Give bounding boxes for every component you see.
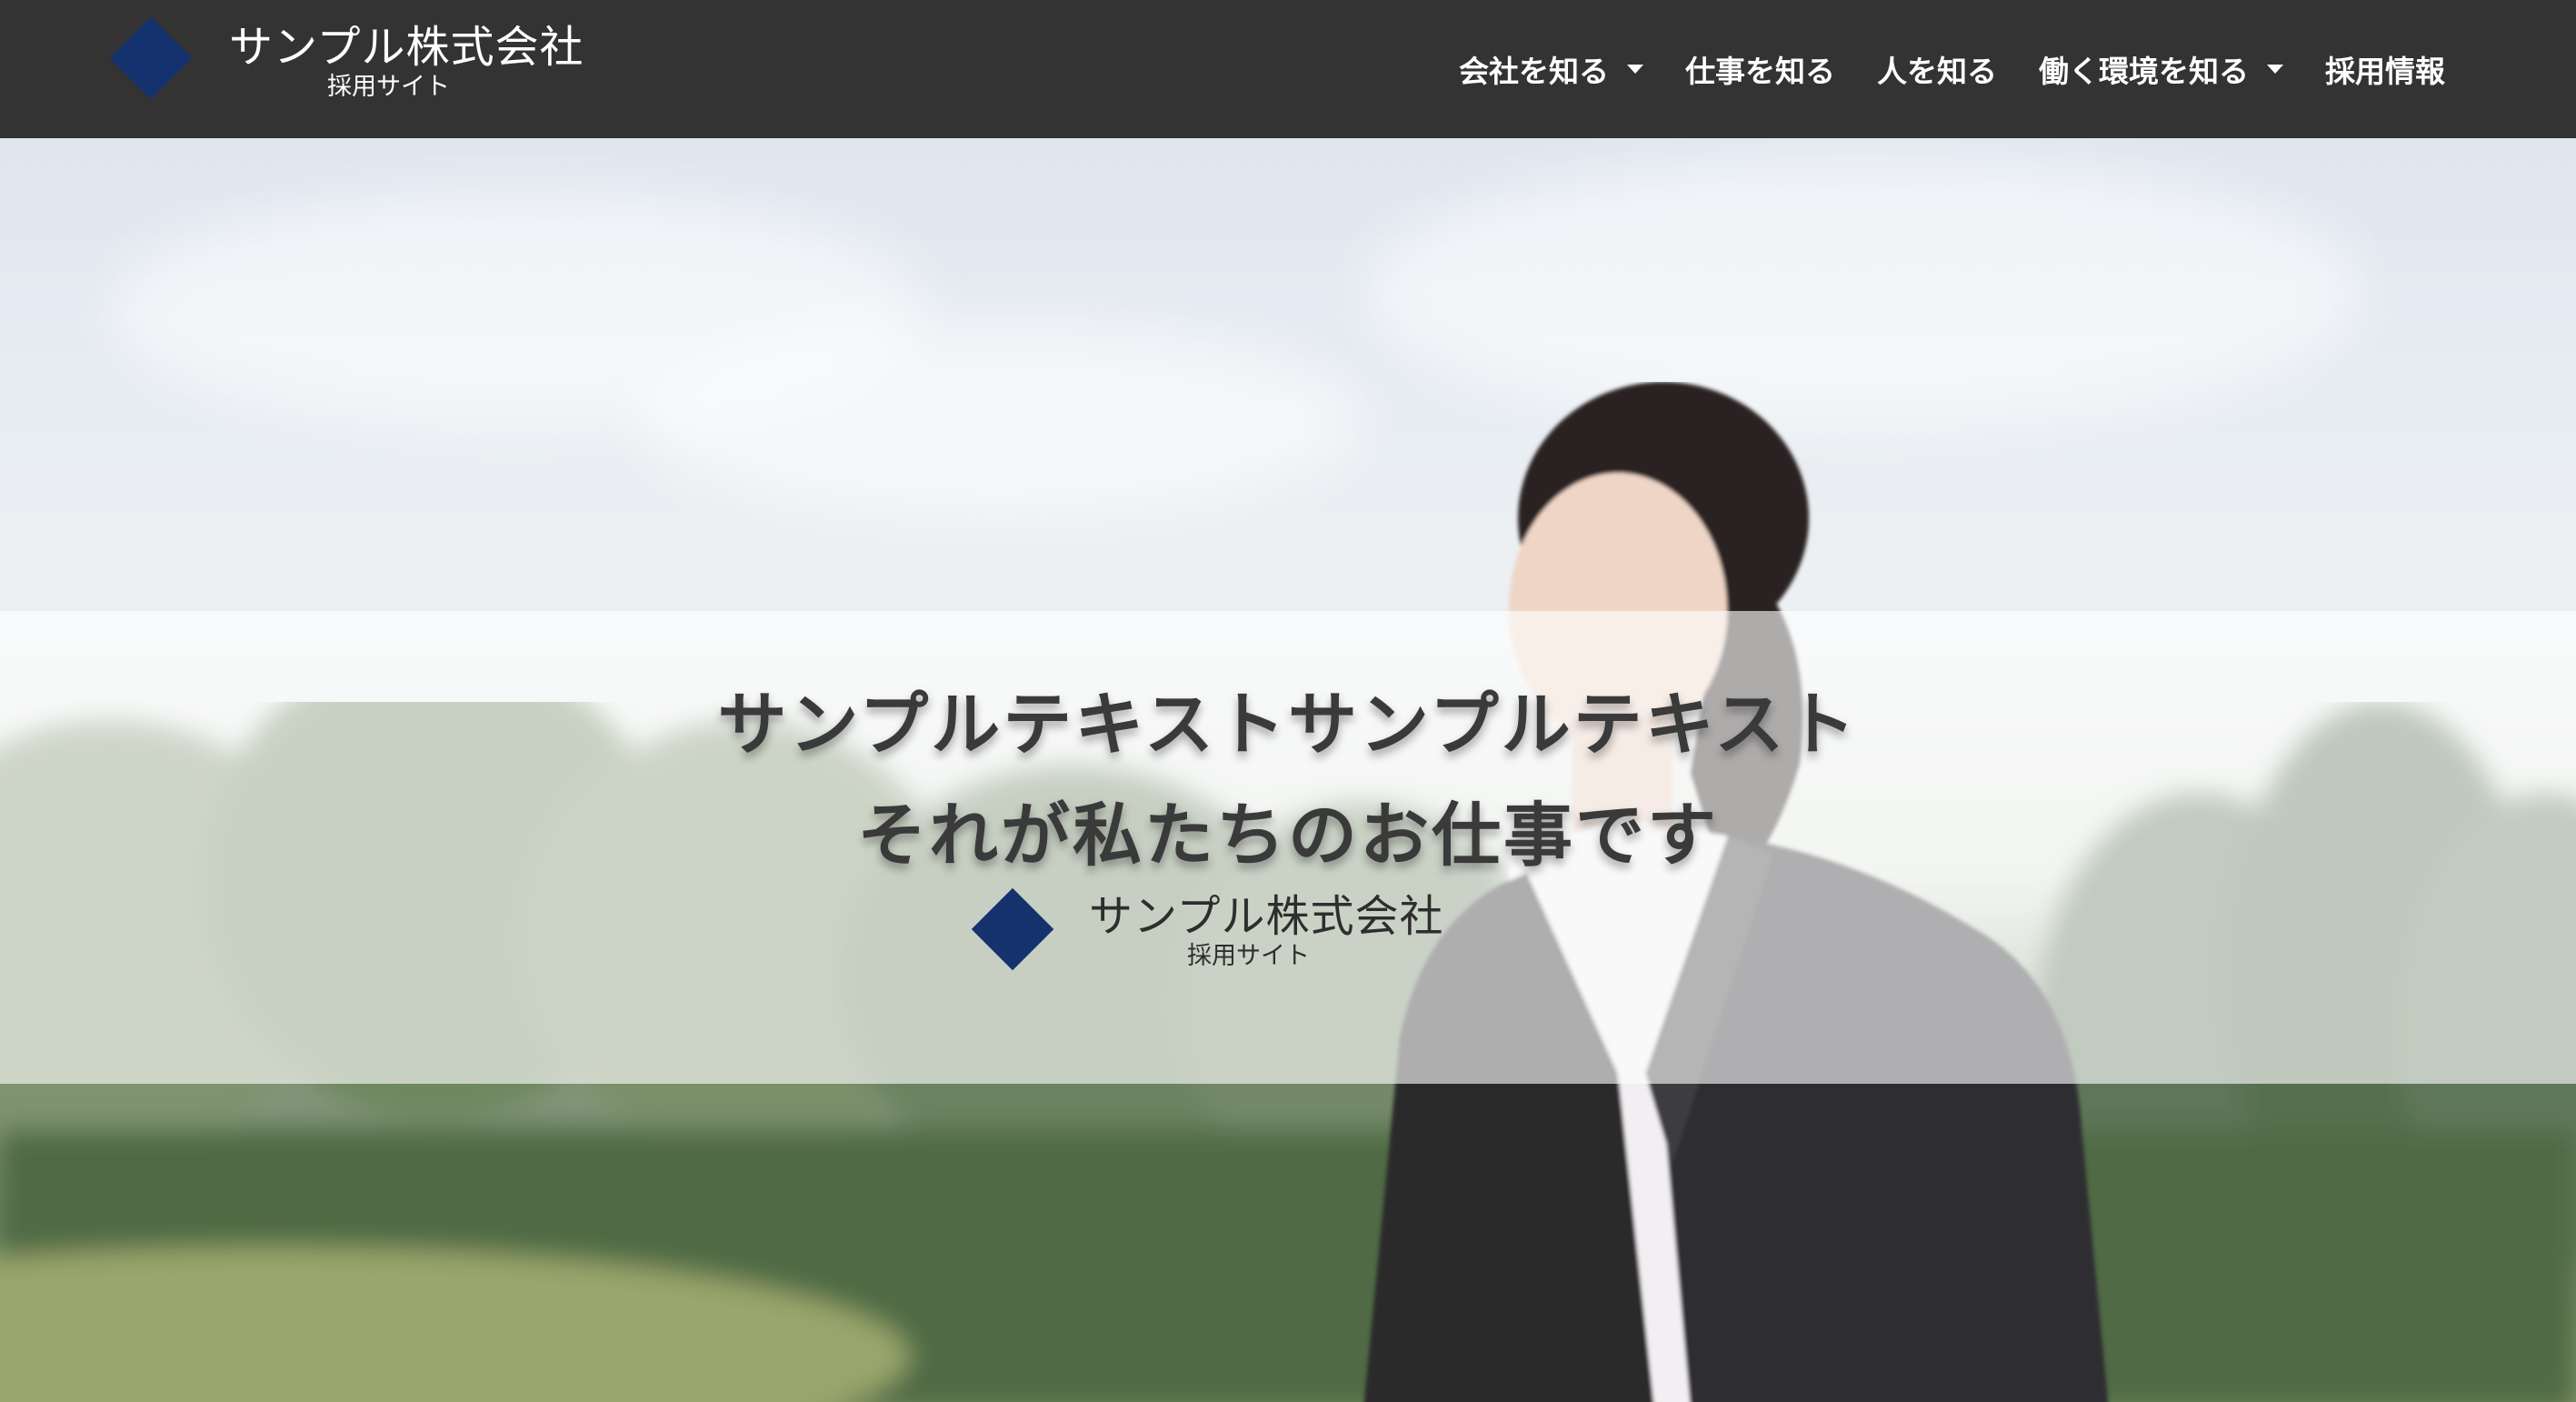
nav-item-label: 採用情報: [2325, 54, 2445, 89]
main-nav: 会社を知る 仕事を知る 人を知る 働く環境を知る 採用情報: [1438, 0, 2445, 138]
hero-logo-subtitle: 採用サイト: [1187, 942, 1310, 970]
hero-headline-line-1: サンプルテキストサンプルテキスト: [717, 684, 1859, 765]
nav-item-company[interactable]: 会社を知る: [1438, 42, 1664, 96]
logo-subtitle: 採用サイト: [327, 73, 450, 101]
nav-item-work[interactable]: 仕事を知る: [1664, 42, 1856, 96]
diamond-logo-icon: [109, 16, 193, 100]
diamond-logo-icon: [971, 887, 1054, 971]
nav-item-label: 会社を知る: [1459, 54, 1609, 89]
header-logo[interactable]: サンプル株式会社 採用サイト: [109, 16, 589, 113]
caret-down-icon: [1627, 65, 1643, 74]
nav-item-people[interactable]: 人を知る: [1856, 42, 2018, 96]
nav-item-environment[interactable]: 働く環境を知る: [2018, 42, 2304, 96]
cloud-shape: [636, 320, 1363, 520]
hero-logo-company-name: サンプル株式会社: [1089, 891, 1444, 942]
caret-down-icon: [2267, 65, 2283, 74]
nav-item-recruit[interactable]: 採用情報: [2304, 42, 2445, 96]
hero-logo: サンプル株式会社 採用サイト: [971, 887, 1518, 982]
site-header: サンプル株式会社 採用サイト 会社を知る 仕事を知る 人を知る 働く環境を知る …: [0, 0, 2576, 138]
hero-headline-line-2: それが私たちのお仕事です: [857, 795, 1719, 876]
logo-company-name: サンプル株式会社: [229, 22, 584, 73]
hero-headline: サンプルテキストサンプルテキスト それが私たちのお仕事です: [0, 669, 2576, 891]
hero-section: サンプルテキストサンプルテキスト それが私たちのお仕事です サンプル株式会社 採…: [0, 138, 2576, 1402]
nav-item-label: 人を知る: [1877, 54, 1997, 89]
nav-item-label: 仕事を知る: [1685, 54, 1835, 89]
nav-item-label: 働く環境を知る: [2039, 54, 2249, 89]
